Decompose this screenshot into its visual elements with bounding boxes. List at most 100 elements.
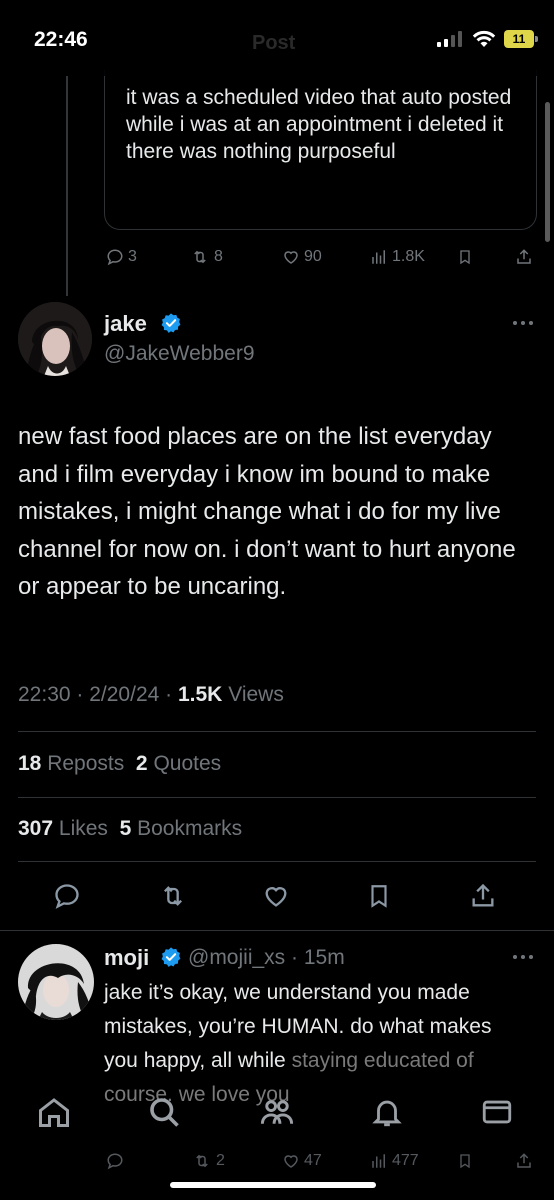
- like-bookmark-stats: 307 Likes 5 Bookmarks: [18, 817, 242, 841]
- like-icon: [284, 251, 298, 264]
- repost-count: 8: [214, 248, 223, 265]
- author-handle[interactable]: @JakeWebber9: [104, 342, 255, 366]
- tweet-action-bar: [0, 878, 554, 918]
- quoted-tweet-text: it was a scheduled video that auto poste…: [126, 86, 512, 163]
- reposts-count: 18: [18, 752, 42, 775]
- divider: [18, 797, 536, 798]
- signal-icon: [437, 31, 462, 47]
- repost-button[interactable]: 8: [190, 248, 223, 266]
- bookmarks-count: 5: [119, 817, 132, 840]
- like-button[interactable]: 47: [282, 1152, 322, 1170]
- bookmarks-link[interactable]: 5 Bookmarks: [120, 817, 243, 840]
- quotes-label: Quotes: [153, 752, 222, 775]
- divider: [18, 731, 536, 732]
- bottom-nav-bar: [0, 1080, 554, 1150]
- reply-icon: [55, 884, 79, 909]
- author-name[interactable]: jake: [104, 311, 147, 337]
- likes-label: Likes: [58, 817, 108, 840]
- likes-link[interactable]: 307 Likes: [18, 817, 108, 840]
- repost-icon: [196, 1154, 208, 1168]
- bookmark-button[interactable]: [457, 248, 473, 266]
- views-button[interactable]: 1.8K: [370, 248, 425, 266]
- verified-badge-icon: [161, 947, 181, 967]
- reply-icon: [107, 1153, 123, 1170]
- verified-badge-icon: [161, 313, 181, 333]
- reply-author-name[interactable]: moji: [104, 945, 149, 971]
- share-icon: [472, 883, 494, 907]
- reposts-link[interactable]: 18 Reposts: [18, 752, 124, 775]
- like-button[interactable]: [262, 882, 290, 910]
- battery-tip: [535, 36, 538, 42]
- reply-button[interactable]: [106, 1152, 124, 1170]
- repost-count: 2: [216, 1152, 225, 1169]
- reply-author-handle[interactable]: @mojii_xs · 15m: [188, 946, 345, 970]
- bookmark-button[interactable]: [366, 882, 392, 910]
- bookmarks-label: Bookmarks: [137, 817, 243, 840]
- share-icon: [517, 249, 531, 264]
- tweet-text: new fast food places are on the list eve…: [18, 423, 516, 600]
- reply-avatar[interactable]: [18, 944, 94, 1020]
- home-indicator[interactable]: [170, 1182, 376, 1188]
- more-icon[interactable]: [512, 320, 534, 326]
- nav-messages[interactable]: [480, 1094, 514, 1130]
- views-total: 1.5K: [177, 683, 223, 706]
- like-count: 90: [304, 248, 322, 265]
- views-label: Views: [228, 683, 284, 706]
- reply-button[interactable]: [53, 882, 81, 910]
- likes-count: 307: [18, 817, 54, 840]
- wifi-icon: [472, 30, 496, 47]
- like-icon: [265, 887, 287, 907]
- share-button[interactable]: [515, 248, 533, 266]
- nav-notifications[interactable]: [370, 1094, 404, 1130]
- reply-avatar-image: [18, 944, 94, 1020]
- tweet-time[interactable]: 22:30: [18, 683, 71, 706]
- reply-handle-text: @mojii_xs: [188, 946, 286, 969]
- scrollbar[interactable]: [545, 102, 550, 242]
- quoted-tweet-actions: 3 8 90 1.8K: [0, 246, 554, 268]
- reply-time: 15m: [303, 946, 345, 969]
- tweet-meta: 22:30 · 2/20/24 · 1.5K Views: [18, 683, 284, 706]
- views-count: 1.8K: [392, 248, 425, 265]
- repost-icon: [194, 250, 206, 264]
- reply-button[interactable]: 3: [106, 248, 137, 266]
- reply-actions: 2 47 477: [0, 1150, 554, 1172]
- views-icon: [372, 250, 385, 264]
- reposts-label: Reposts: [47, 752, 125, 775]
- views-button[interactable]: 477: [370, 1152, 419, 1170]
- share-button[interactable]: [515, 1152, 533, 1170]
- battery-indicator: 11: [504, 30, 534, 48]
- status-bar: Post 22:46 11: [0, 0, 554, 76]
- nav-search[interactable]: [146, 1094, 182, 1130]
- nav-communities[interactable]: [258, 1094, 296, 1130]
- divider: [18, 861, 536, 862]
- tweet-date[interactable]: 2/20/24: [89, 683, 159, 706]
- share-icon: [517, 1153, 531, 1168]
- quotes-count: 2: [135, 752, 148, 775]
- bookmark-icon: [460, 1154, 470, 1169]
- repost-icon: [164, 886, 182, 906]
- header-title: Post: [252, 32, 296, 54]
- avatar-image: [18, 302, 92, 376]
- reply-count: 3: [128, 248, 137, 265]
- communities-icon: [260, 1100, 294, 1124]
- messages-icon: [482, 1100, 512, 1124]
- share-button[interactable]: [469, 882, 497, 910]
- quotes-link[interactable]: 2 Quotes: [136, 752, 221, 775]
- bookmark-button[interactable]: [457, 1152, 473, 1170]
- more-icon[interactable]: [512, 954, 534, 960]
- repost-button[interactable]: 2: [192, 1152, 225, 1170]
- views-count: 477: [392, 1152, 419, 1169]
- views-icon: [372, 1154, 385, 1168]
- reply-icon: [107, 249, 123, 266]
- like-button[interactable]: 90: [282, 248, 322, 266]
- bookmark-icon: [460, 250, 470, 265]
- status-time: 22:46: [34, 28, 88, 51]
- notifications-icon: [372, 1100, 402, 1127]
- repost-button[interactable]: [158, 882, 188, 910]
- avatar[interactable]: [18, 302, 92, 376]
- like-icon: [284, 1155, 298, 1168]
- nav-home[interactable]: [36, 1094, 72, 1130]
- like-count: 47: [304, 1152, 322, 1169]
- divider: [0, 930, 554, 931]
- repost-quote-stats: 18 Reposts 2 Quotes: [18, 752, 221, 776]
